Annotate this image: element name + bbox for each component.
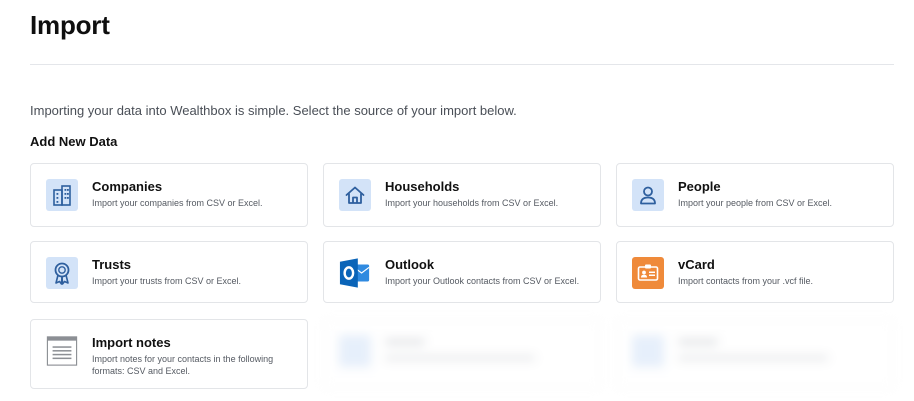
import-card-notes[interactable]: Import notes Import notes for your conta…: [30, 319, 308, 389]
import-card-households[interactable]: Households Import your households from C…: [323, 163, 601, 227]
building-icon: [46, 179, 78, 211]
notes-icon: [46, 335, 78, 367]
card-title: vCard: [678, 257, 715, 272]
outlook-icon: [339, 257, 371, 289]
person-icon: [632, 179, 664, 211]
placeholder-icon: [632, 335, 664, 367]
card-description: Import your trusts from CSV or Excel.: [92, 276, 242, 286]
card-title: Import notes: [92, 335, 171, 350]
placeholder-title: [678, 339, 718, 345]
blurred-card-placeholder: [323, 319, 601, 389]
card-title: Outlook: [385, 257, 435, 272]
card-title: Households: [385, 179, 460, 194]
import-card-vcard[interactable]: vCard Import contacts from your .vcf fil…: [616, 241, 894, 303]
card-title: People: [678, 179, 721, 194]
blurred-card-placeholder: [616, 319, 894, 389]
import-card-trusts[interactable]: Trusts Import your trusts from CSV or Ex…: [30, 241, 308, 303]
intro-text: Importing your data into Wealthbox is si…: [30, 103, 517, 118]
card-description: Import contacts from your .vcf file.: [678, 276, 814, 286]
placeholder-icon: [339, 335, 371, 367]
import-card-companies[interactable]: Companies Import your companies from CSV…: [30, 163, 308, 227]
card-title: Trusts: [92, 257, 132, 272]
placeholder-description: [385, 356, 535, 360]
card-description: Import your households from CSV or Excel…: [385, 198, 559, 208]
placeholder-title: [385, 339, 425, 345]
contact-card-icon: [632, 257, 664, 289]
import-card-people[interactable]: People Import your people from CSV or Ex…: [616, 163, 894, 227]
import-card-outlook[interactable]: Outlook Import your Outlook contacts fro…: [323, 241, 601, 303]
section-title-add-new-data: Add New Data: [30, 134, 118, 149]
card-title: Companies: [92, 179, 163, 194]
card-description: Import your people from CSV or Excel.: [678, 198, 833, 208]
page-title: Import: [30, 10, 110, 40]
placeholder-description: [678, 356, 828, 360]
card-description: Import notes for your contacts in the fo…: [92, 354, 274, 376]
title-divider: [30, 64, 894, 65]
house-icon: [339, 179, 371, 211]
card-description: Import your companies from CSV or Excel.: [92, 198, 263, 208]
card-description: Import your Outlook contacts from CSV or…: [385, 276, 580, 286]
ribbon-icon: [46, 257, 78, 289]
